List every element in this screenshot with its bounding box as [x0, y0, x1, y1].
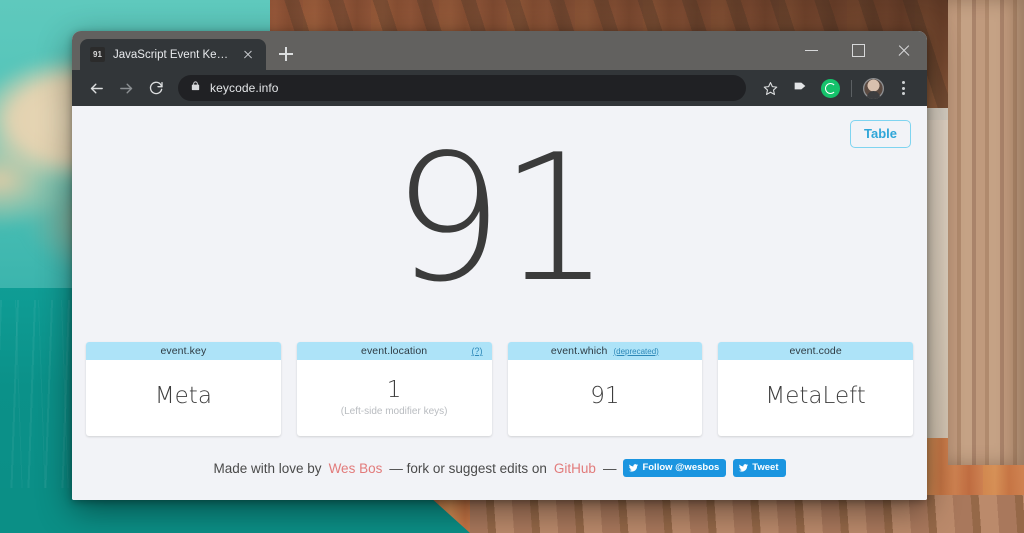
browser-tab[interactable]: 91 JavaScript Event KeyCodes: [80, 39, 266, 70]
footer-text-after: —: [602, 460, 617, 476]
twitter-tweet-button[interactable]: Tweet: [733, 459, 786, 477]
card-event-location: event.location (?) 1 (Left-side modifier…: [296, 342, 492, 436]
reload-icon[interactable]: [142, 74, 170, 102]
keycode-display-area: 91: [72, 106, 927, 342]
maximize-icon[interactable]: [835, 31, 881, 70]
footer-text-before: Made with love by: [213, 460, 322, 476]
window-close-icon[interactable]: [881, 31, 927, 70]
card-body: 1 (Left-side modifier keys): [297, 360, 492, 436]
twitter-tweet-label: Tweet: [752, 462, 779, 473]
tab-strip: 91 JavaScript Event KeyCodes: [72, 31, 927, 70]
background-wood-floor: [470, 495, 1024, 533]
twitter-bird-icon: [629, 463, 639, 472]
keycode-value: 91: [392, 117, 611, 321]
grammarly-icon[interactable]: [816, 74, 844, 102]
author-link[interactable]: Wes Bos: [329, 461, 383, 476]
card-title: event.which: [550, 345, 608, 357]
flag-icon[interactable]: [786, 74, 814, 102]
card-title: event.location: [361, 345, 428, 357]
card-value: 1: [386, 376, 402, 403]
tab-close-icon[interactable]: [240, 47, 256, 63]
kebab-menu-icon[interactable]: [889, 74, 917, 102]
card-title: event.code: [789, 345, 842, 357]
card-title: event.key: [160, 345, 207, 357]
table-button-wrapper: Table: [850, 120, 911, 148]
background-wood-pillar: [948, 0, 1024, 465]
card-event-code: event.code MetaLeft: [718, 342, 913, 436]
card-header: event.code: [718, 342, 913, 360]
address-bar-url: keycode.info: [210, 81, 279, 95]
window-controls: [789, 31, 927, 70]
card-value: MetaLeft: [765, 383, 866, 410]
back-arrow-icon[interactable]: [82, 74, 110, 102]
card-body: MetaLeft: [718, 360, 913, 436]
card-event-key: event.key Meta: [86, 342, 281, 436]
card-value: Meta: [154, 383, 212, 410]
twitter-follow-label: Follow @wesbos: [642, 462, 720, 473]
lock-icon: [190, 79, 201, 97]
twitter-follow-button[interactable]: Follow @wesbos: [623, 459, 727, 477]
event-property-cards: event.key Meta event.location (?) 1 (Lef…: [72, 342, 927, 436]
github-link[interactable]: GitHub: [554, 461, 596, 476]
card-header: event.key: [86, 342, 281, 360]
card-value: 91: [590, 383, 620, 410]
card-event-which: event.which (deprecated) 91: [507, 342, 703, 436]
card-body: 91: [508, 360, 703, 436]
page-content: Table 91 event.key Meta event.location (…: [72, 106, 927, 500]
deprecated-link[interactable]: (deprecated): [613, 347, 658, 356]
avatar[interactable]: [859, 74, 887, 102]
address-bar[interactable]: keycode.info: [178, 75, 746, 101]
minimize-icon[interactable]: [789, 31, 835, 70]
table-button[interactable]: Table: [850, 120, 911, 148]
desktop-background: 91 JavaScript Event KeyCodes: [0, 0, 1024, 533]
twitter-bird-icon: [739, 463, 749, 472]
card-subtext: (Left-side modifier keys): [340, 406, 448, 418]
card-header: event.which (deprecated): [507, 342, 703, 360]
card-header: event.location (?): [296, 342, 492, 360]
tab-title: JavaScript Event KeyCodes: [113, 48, 232, 61]
help-link[interactable]: (?): [472, 346, 483, 356]
new-tab-button[interactable]: [272, 40, 300, 68]
browser-window: 91 JavaScript Event KeyCodes: [72, 31, 927, 500]
card-body: Meta: [86, 360, 281, 436]
forward-arrow-icon[interactable]: [112, 74, 140, 102]
toolbar-separator: [851, 79, 852, 97]
page-footer: Made with love by Wes Bos — fork or sugg…: [72, 436, 927, 500]
favicon-icon: 91: [90, 47, 105, 62]
browser-toolbar: keycode.info: [72, 70, 927, 106]
star-icon[interactable]: [756, 74, 784, 102]
footer-text-middle: — fork or suggest edits on: [389, 460, 547, 476]
